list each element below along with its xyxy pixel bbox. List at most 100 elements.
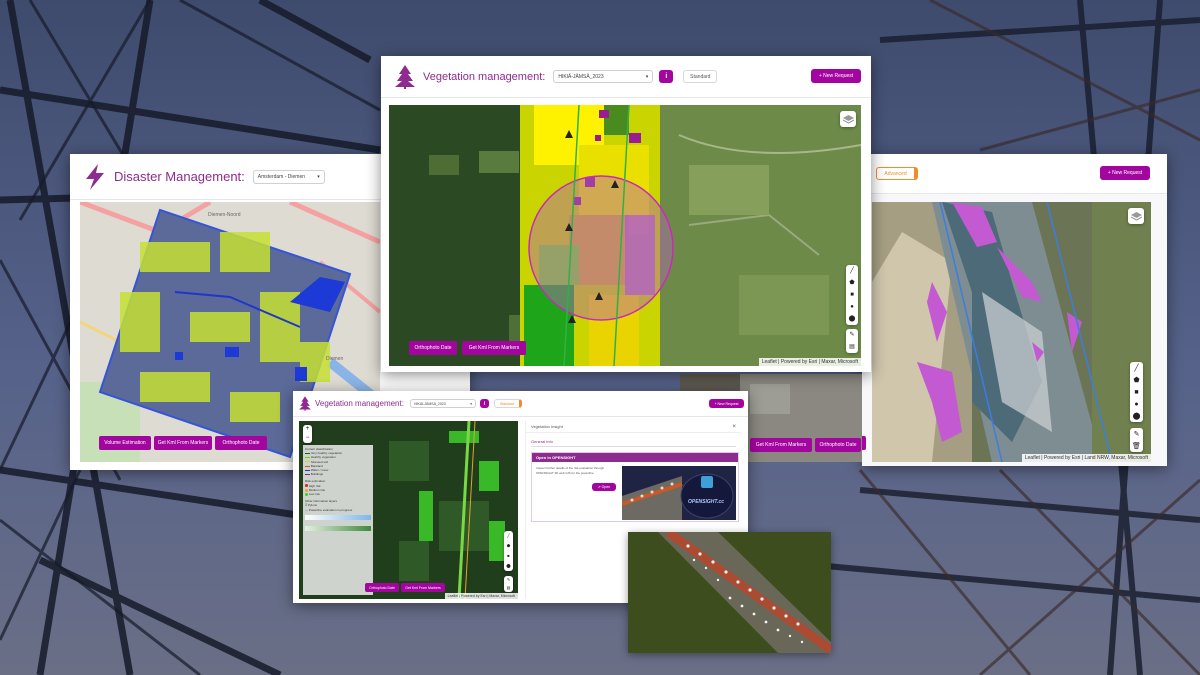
layers-control-button[interactable] [840,111,856,127]
open-button[interactable]: ⇗ Open [592,483,616,491]
polygon-icon[interactable]: ⬟ [849,280,854,286]
tree-icon [395,64,415,89]
page-title: Vegetation management: [315,399,404,408]
zoom-control[interactable]: + − [303,425,312,443]
location-select[interactable]: Amsterdam - Diemen ▾ [252,169,325,184]
vegetation-map[interactable]: ╱ ⬟ ■ ● ⬤ ✎ ▤ Orthophoto Date Get Kml Fr… [389,105,861,366]
polyline-icon[interactable]: ╱ [507,534,509,538]
edit-icon[interactable]: ✎ [849,332,854,338]
marker-icon[interactable]: ⬤ [849,316,856,322]
project-select-value: HIKIÄ-JÄMSÄ_2023 [413,401,446,406]
marker-icon[interactable]: ⬤ [1133,413,1141,420]
map-legend: Current classification Very healthy vege… [303,445,373,595]
draw-toolbar[interactable]: ╱ ⬟ ■ ● ⬤ [1130,362,1143,422]
polygon-icon[interactable]: ⬟ [1133,377,1139,384]
location-select-value: Amsterdam - Diemen [257,173,306,180]
orthophoto-date-button[interactable]: Orthophoto Date [365,583,399,592]
circle-icon[interactable]: ● [1134,401,1138,408]
legend-gradient-blue [305,514,371,520]
get-kml-button[interactable]: Get Kml From Markers [154,436,212,450]
edit-toolbar[interactable]: ✎ ▤ [846,329,858,353]
rectangle-icon[interactable]: ■ [507,554,509,558]
zoom-out-icon[interactable]: − [303,434,312,443]
zoom-in-icon[interactable]: + [303,425,312,434]
standard-toggle[interactable]: Standard [683,70,718,83]
opensight-preview-canvas [622,466,736,520]
legend-swatch [305,457,310,459]
opensight-preview: OPENSIGHT.cc [622,466,736,520]
legend-class-item: Buildings [305,472,371,476]
map-label-diemen: Diemen [326,356,344,362]
tab-general-info[interactable]: General info [531,437,736,447]
legend-swatch [305,461,310,463]
edit-icon[interactable]: ✎ [507,578,510,582]
legend-swatch [305,469,310,471]
legend-swatch [305,452,310,454]
draw-toolbar[interactable]: ╱ ⬟ ■ ⬤ [504,531,513,571]
polyline-icon[interactable]: ╱ [850,268,854,274]
rectangle-icon[interactable]: ■ [1134,389,1138,396]
legend-other-label: Powerline estimation in progress [308,507,353,512]
advanced-toggle[interactable]: Advanced [876,167,918,180]
marker-icon[interactable]: ⬤ [506,564,510,568]
map-attribution: Leaflet | Powered by Esri | Maxar, Micro… [444,593,518,599]
lightning-icon [86,163,104,190]
get-kml-button-right-row[interactable]: Get Kml From Markers [750,438,812,452]
trash-icon[interactable]: ▤ [507,586,511,590]
info-button[interactable]: i [479,399,489,408]
volume-estimation-button[interactable]: Volume Estimation [99,436,151,450]
draw-toolbar[interactable]: ╱ ⬟ ■ ● ⬤ [846,265,858,325]
legend-swatch [305,473,310,475]
legend-gradient-green [305,525,371,531]
polyline-icon[interactable]: ╱ [1134,365,1138,372]
external-link-icon: ⇗ [597,485,601,489]
vegetation-management-window: Vegetation management: HIKIÄ-JÄMSÄ_2023 ▾… [381,56,871,372]
get-kml-button[interactable]: Get Kml From Markers [401,583,445,592]
edit-toolbar[interactable]: ✎ ▤ [504,576,513,592]
legend-swatch [305,465,310,467]
circle-icon[interactable]: ● [850,304,854,310]
new-request-button[interactable]: + New Request [1100,166,1150,180]
legend-risk-label: Low risk [308,492,320,497]
standard-toggle[interactable]: Standard [493,399,522,408]
opensight-card: Open in OPENSIGHT Inspect further detail… [531,452,739,522]
layers-control-button[interactable] [1128,208,1144,224]
polygon-icon[interactable]: ⬟ [507,544,510,548]
new-request-button[interactable]: + New Request [811,69,861,83]
new-request-button[interactable]: + New Request [709,399,744,408]
orthophoto-date-button-right-row[interactable]: Orthophoto Date [815,438,861,452]
legend-swatch [305,492,308,496]
layers-icon [842,114,854,124]
page-title: Disaster Management: [114,169,245,184]
map-attribution: Leaflet | Powered by Esri | Land NRW, Ma… [1021,454,1151,462]
edit-toolbar[interactable]: ✎ 🗑 [1130,428,1143,452]
legend-swatch [305,484,308,488]
project-select[interactable]: HIKIÄ-JÄMSÄ_2023 ▾ [409,399,476,408]
edit-icon[interactable]: ✎ [1134,431,1140,438]
orthophoto-date-button[interactable]: Orthophoto Date [409,341,457,355]
open-button-label: Open [601,485,611,489]
close-icon[interactable]: × [732,424,736,430]
insight-title: Vegetation Insight [531,424,563,429]
opensight-card-title: Open in OPENSIGHT [532,453,738,462]
tree-icon [299,396,311,411]
page-title: Vegetation management: [423,70,546,83]
chevron-down-icon: ▾ [470,401,472,406]
info-button[interactable]: i [659,70,674,83]
orthophoto-date-button[interactable]: Orthophoto Date [215,436,267,450]
opensight-card-text: Inspect further details of the risk eval… [536,466,605,475]
project-select[interactable]: HIKIÄ-JÄMSÄ_2023 ▾ [553,70,654,83]
trash-icon[interactable]: 🗑 [1132,443,1141,450]
project-select-value: HIKIÄ-JÄMSÄ_2023 [558,73,604,80]
map-label-diemen-noord: Diemen-Noord [208,212,241,218]
chevron-down-icon: ▾ [317,173,320,180]
rectangle-icon[interactable]: ■ [850,292,854,298]
orthophoto-date-button-right[interactable]: Orthophoto Date [862,436,866,450]
small-vegetation-map[interactable]: + − Current classification Very healthy v… [299,421,518,599]
advanced-map[interactable]: ╱ ⬟ ■ ● ⬤ ✎ 🗑 Leaflet | Powered by Esri … [872,202,1151,462]
trash-icon[interactable]: ▤ [849,344,855,350]
vegetation-map-canvas [389,105,861,366]
layers-icon [1130,211,1142,221]
get-kml-button[interactable]: Get Kml From Markers [462,341,526,355]
point-cloud-canvas [628,532,831,653]
